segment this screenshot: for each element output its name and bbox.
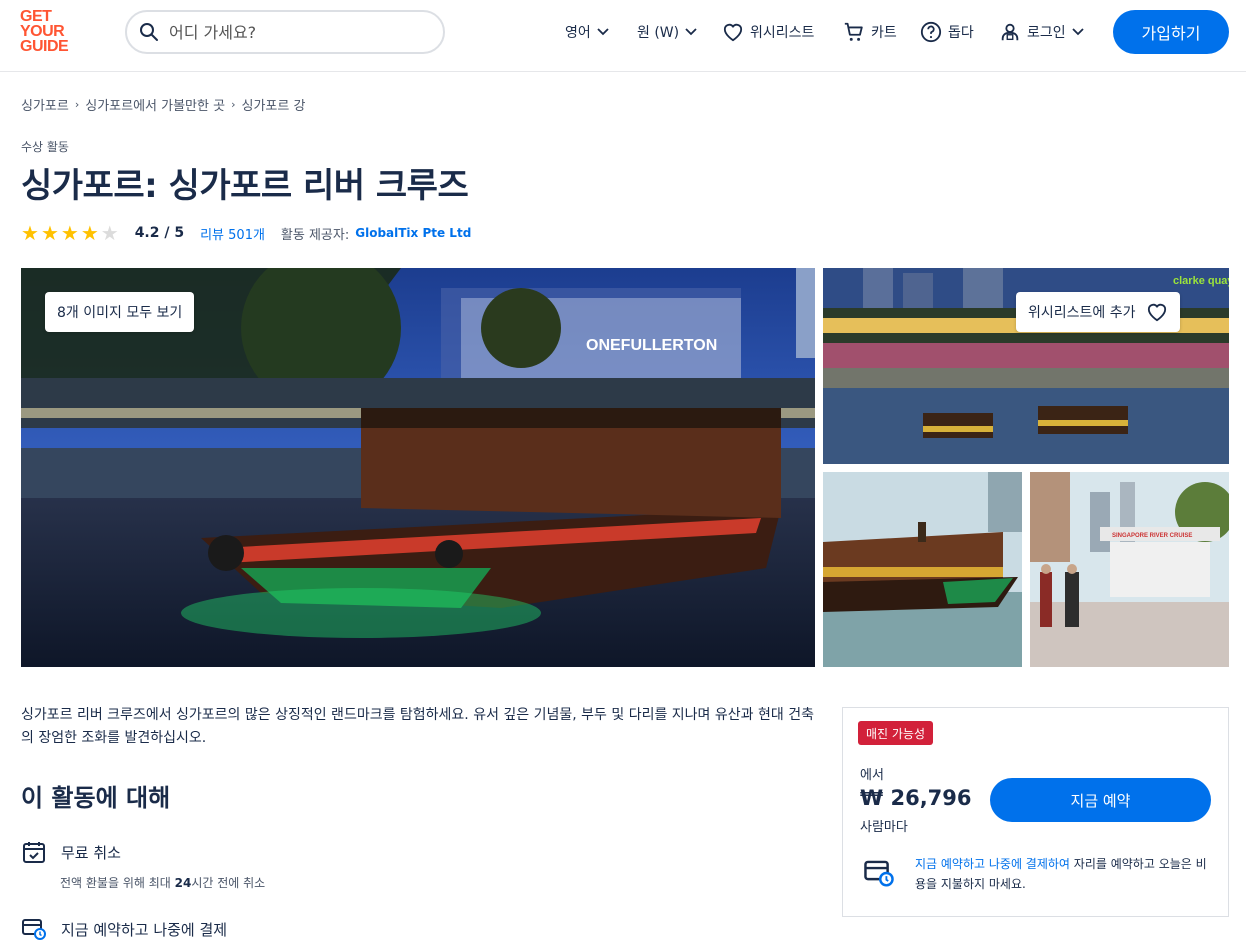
- logo-line-3: GUIDE: [20, 38, 69, 55]
- currency-selector[interactable]: 원 (W): [637, 20, 697, 44]
- card-clock-icon: [864, 860, 894, 887]
- chevron-down-icon: [685, 28, 697, 36]
- jetty-sign: SINGAPORE RIVER CRUISE: [1112, 533, 1192, 539]
- activity-description: 싱가포르 리버 크루즈에서 싱가포르의 많은 상징적인 랜드마크를 탐험하세요.…: [21, 707, 814, 746]
- booking-card: 매진 가능성 에서 ₩ 26,796 사람마다 지금 예약 지금 예약하고 나중…: [842, 707, 1229, 917]
- add-to-wishlist-label: 위시리스트에 추가: [1028, 305, 1136, 321]
- breadcrumb-item[interactable]: 싱가포르에서 가볼만한 곳: [85, 95, 225, 114]
- search-box[interactable]: [125, 10, 445, 54]
- currency-label: 원 (W): [637, 25, 680, 41]
- wishlist-link[interactable]: 위시리스트: [722, 20, 814, 44]
- price-value: ₩ 26,796: [860, 786, 972, 810]
- top-header: GET YOUR GUIDE 영어 원 (W) 위시리스트 카트 돕다 로그인 …: [0, 0, 1246, 72]
- logo-line-2: YOUR: [20, 23, 65, 40]
- about-heading: 이 활동에 대해: [21, 784, 171, 812]
- star-empty-icon: ★: [100, 221, 119, 245]
- feature-title: 무료 취소: [61, 843, 121, 862]
- bumboat-day-photo[interactable]: [823, 472, 1022, 667]
- reserve-pay-later-link[interactable]: 지금 예약하고 나중에 결제하여: [915, 857, 1070, 871]
- calendar-check-icon: [23, 842, 45, 863]
- user-icon: [1001, 23, 1019, 41]
- river-cruise-jetty-image: SINGAPORE RIVER CRUISE: [1030, 472, 1229, 667]
- card-clock-icon: [22, 919, 46, 940]
- cart-link[interactable]: 카트: [843, 20, 897, 44]
- language-label: 영어: [565, 25, 591, 41]
- star-icon: ★: [40, 221, 59, 245]
- view-all-images-button[interactable]: 8개 이미지 모두 보기: [45, 292, 195, 332]
- feature-title: 지금 예약하고 나중에 결제: [61, 920, 228, 939]
- help-icon: [920, 21, 942, 43]
- chevron-down-icon: [597, 28, 609, 36]
- add-to-wishlist-button[interactable]: 위시리스트에 추가: [1016, 292, 1180, 332]
- signup-button[interactable]: 가입하기: [1113, 10, 1229, 54]
- logo-line-1: GET: [20, 8, 52, 25]
- cart-icon: [844, 22, 863, 41]
- provider-label: 활동 제공자:: [280, 227, 350, 243]
- heart-icon: [723, 23, 743, 42]
- clarke-quay-sign: clarke quay: [1173, 275, 1229, 287]
- breadcrumb-item[interactable]: 싱가포르: [21, 95, 69, 114]
- likely-to-sell-out-badge: 매진 가능성: [858, 721, 934, 745]
- wishlist-label: 위시리스트: [750, 25, 815, 41]
- feature-reserve-now-pay-later: 지금 예약하고 나중에 결제: [21, 917, 227, 941]
- heart-icon: [1147, 303, 1166, 322]
- river-cruise-jetty-photo[interactable]: SINGAPORE RIVER CRUISE: [1030, 472, 1229, 667]
- search-input[interactable]: [169, 22, 419, 42]
- provider-link[interactable]: GlobalTix Pte Ltd: [355, 226, 471, 240]
- star-icon: ★: [21, 221, 39, 245]
- cart-label: 카트: [871, 25, 897, 41]
- breadcrumb: 싱가포르 › 싱가포르에서 가볼만한 곳 › 싱가포르 강: [21, 95, 305, 114]
- reserve-pay-later-note: 지금 예약하고 나중에 결제하여 자리를 예약하고 오늘은 비용을 지불하지 마…: [915, 854, 1211, 894]
- getyourguide-logo[interactable]: GET YOUR GUIDE: [20, 9, 82, 57]
- price-from-label: 에서: [860, 768, 884, 783]
- breadcrumb-item[interactable]: 싱가포르 강: [241, 95, 305, 114]
- login-menu[interactable]: 로그인: [999, 20, 1084, 44]
- feature-subtext: 전액 환불을 위해 최대 24시간 전에 취소: [60, 874, 265, 891]
- help-label: 돕다: [948, 25, 974, 41]
- price-per-person-label: 사람마다: [860, 820, 908, 835]
- search-icon: [140, 23, 158, 41]
- bumboat-day-image: [823, 472, 1022, 667]
- language-selector[interactable]: 영어: [565, 20, 609, 44]
- activity-category[interactable]: 수상 활동: [21, 138, 69, 155]
- breadcrumb-separator-icon: ›: [74, 98, 80, 111]
- feature-subtext-prefix: 전액 환불을 위해 최대: [60, 876, 175, 890]
- feature-subtext-suffix: 시간 전에 취소: [191, 876, 266, 890]
- star-icon: ★: [80, 221, 99, 245]
- star-icon: ★: [60, 221, 79, 245]
- chevron-down-icon: [1072, 28, 1084, 36]
- feature-free-cancellation: 무료 취소: [21, 840, 121, 864]
- page-title: 싱가포르: 싱가포르 리버 크루즈: [21, 166, 469, 206]
- login-label: 로그인: [1027, 25, 1066, 41]
- building-sign: ONEFULLERTON: [586, 337, 717, 354]
- breadcrumb-separator-icon: ›: [231, 98, 236, 111]
- rating-score: 4.2 / 5: [134, 225, 185, 241]
- help-link[interactable]: 돕다: [920, 20, 974, 44]
- rating-row: ★ ★ ★ ★ ★ 4.2 / 5 리뷰 501개 활동 제공자: Global…: [21, 222, 471, 244]
- reviews-link[interactable]: 리뷰 501개: [200, 224, 265, 243]
- feature-subtext-hours: 24: [174, 876, 192, 890]
- star-rating: ★ ★ ★ ★ ★: [21, 223, 119, 243]
- reserve-now-button[interactable]: 지금 예약: [990, 778, 1211, 822]
